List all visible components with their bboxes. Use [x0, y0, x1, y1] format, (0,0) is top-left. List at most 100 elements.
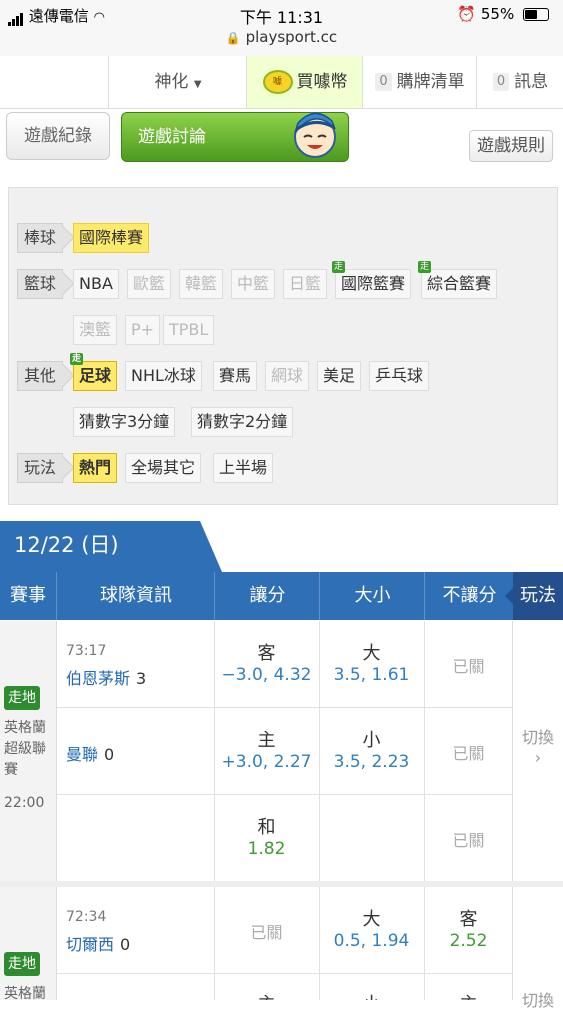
tab-game-discussion[interactable]: 遊戲討論: [121, 112, 349, 162]
chip-japan-basketball[interactable]: 日籃: [283, 269, 328, 299]
header-event: 賽事: [10, 585, 46, 606]
league-name: 英格蘭: [4, 986, 46, 1002]
total-cell-empty: [319, 795, 425, 881]
live-badge: 走: [70, 353, 84, 365]
filter-panel: 棒球 國際棒賽 籃球 NBA 歐籃 韓籃 中籃 日籃 走國際籃賽 走綜合籃賽 澳…: [8, 187, 558, 505]
handicap-side: 主: [257, 730, 276, 751]
moneyline-side: 客: [459, 909, 478, 930]
team-name[interactable]: 切爾西 0: [66, 931, 130, 955]
caret-down-icon: ▼: [193, 79, 202, 90]
handicap-cell[interactable]: 主: [214, 974, 320, 1000]
shenhua-dropdown[interactable]: 神化 ▼: [108, 56, 247, 108]
moneyline-cell: 已關: [424, 621, 513, 707]
team-score: 3: [136, 669, 147, 688]
handicap-odds: +3.0, 2.27: [221, 752, 312, 772]
total-cell[interactable]: 大 0.5, 1.94: [319, 887, 425, 973]
total-side: 大: [362, 643, 381, 664]
chip-tpbl[interactable]: TPBL: [163, 315, 215, 345]
chip-nba[interactable]: NBA: [73, 269, 119, 299]
table-row: 72:34 切爾西 0 已關 大 0.5, 1.94 客 2.52: [57, 887, 513, 974]
chip-table-tennis[interactable]: 乒乓球: [369, 361, 430, 391]
category-other: 其他: [17, 361, 64, 391]
total-cell[interactable]: 小: [319, 974, 425, 1000]
game-block: 走地 英格蘭 72:34 切爾西 0 已關 大 0.5, 1.94 客 2.52 …: [0, 887, 563, 1010]
closed-label: 已關: [452, 831, 485, 850]
team-name[interactable]: 伯恩茅斯 3: [66, 665, 146, 689]
mascot-icon: [294, 112, 336, 158]
chip-euro-basketball[interactable]: 歐籃: [127, 269, 172, 299]
handicap-cell[interactable]: 主 +3.0, 2.27: [214, 708, 320, 794]
alarm-icon: ⏰: [457, 5, 477, 23]
moneyline-cell: 已關: [424, 708, 513, 794]
chip-guess-number-3min[interactable]: 猜數字3分鐘: [73, 407, 176, 437]
status-bar: 遠傳電信 ◠ 下午 11:31 ⏰ 55% 🔒 playsport.cc: [0, 0, 563, 56]
battery-area: ⏰ 55%: [457, 5, 549, 23]
chip-international-basketball[interactable]: 走國際籃賽: [332, 261, 412, 299]
address-bar[interactable]: 🔒 playsport.cc: [0, 28, 563, 46]
chip-australia-basketball[interactable]: 澳籃: [73, 315, 118, 345]
date-bar: 12/22 (日): [0, 521, 563, 572]
game-rules-button[interactable]: 遊戲規則: [469, 130, 553, 162]
total-side: 大: [362, 909, 381, 930]
handicap-odds: −3.0, 4.32: [221, 665, 312, 685]
team-info-cell: [57, 974, 215, 1000]
messages-count: 0: [492, 73, 510, 91]
moneyline-cell[interactable]: 主: [424, 974, 513, 1000]
chip-china-basketball[interactable]: 中籃: [231, 269, 276, 299]
team-info-cell: 72:34 切爾西 0: [57, 887, 215, 973]
match-clock: 73:17: [66, 643, 107, 659]
chip-combined-basketball-label: 綜合籃賽: [427, 274, 492, 293]
chip-combined-basketball[interactable]: 走綜合籃賽: [418, 261, 498, 299]
chip-p-league[interactable]: P+: [125, 315, 161, 345]
handicap-cell[interactable]: 客 −3.0, 4.32: [214, 621, 320, 707]
purchase-list-button[interactable]: 0 購牌清單: [362, 56, 477, 108]
closed-label: 已關: [250, 923, 283, 942]
kickoff-time: 22:00: [4, 795, 45, 811]
draw-cell[interactable]: 和 1.82: [214, 795, 320, 881]
chip-nhl-hockey[interactable]: NHL冰球: [125, 361, 202, 391]
moneyline-cell[interactable]: 客 2.52: [424, 887, 513, 973]
top-nav: 神化 ▼ 噱買噱幣 0 購牌清單 0 訊息: [0, 56, 563, 109]
table-row: 73:17 伯恩茅斯 3 客 −3.0, 4.32 大 3.5, 1.61 已關: [57, 621, 513, 708]
chip-tennis[interactable]: 網球: [265, 361, 310, 391]
tab-game-discussion-label: 遊戲討論: [138, 127, 206, 147]
date-label: 12/22 (日): [0, 521, 222, 572]
total-cell[interactable]: 大 3.5, 1.61: [319, 621, 425, 707]
match-clock: 72:34: [66, 909, 107, 925]
table-row: 和 1.82 已關: [57, 795, 513, 881]
table-header: 賽事 球隊資訊 讓分 大小 不讓分 玩法: [0, 572, 563, 620]
chip-american-football[interactable]: 美足: [317, 361, 362, 391]
team-info-cell: 73:17 伯恩茅斯 3: [57, 621, 215, 707]
chip-hot[interactable]: 熱門: [73, 453, 118, 483]
team-name[interactable]: 曼聯 0: [66, 741, 114, 765]
header-total: 大小: [319, 572, 425, 620]
draw-side: 和: [257, 817, 276, 838]
chip-full-game-other[interactable]: 全場其它: [125, 453, 202, 483]
chip-horse-racing[interactable]: 賽馬: [213, 361, 258, 391]
coin-icon: 噱: [262, 70, 293, 94]
chevron-right-icon: ›: [534, 748, 542, 767]
handicap-side: 主: [214, 990, 319, 1000]
team-score: 0: [104, 745, 115, 764]
messages-button[interactable]: 0 訊息: [476, 56, 563, 108]
game-event-col: 走地 英格蘭超級聯賽 22:00: [0, 621, 57, 881]
chip-soccer[interactable]: 走足球: [70, 353, 118, 391]
header-moneyline: 不讓分: [424, 572, 514, 620]
switch-button[interactable]: 切換: [512, 887, 563, 1010]
battery-icon: [523, 8, 549, 21]
chip-first-half[interactable]: 上半場: [213, 453, 274, 483]
switch-label: 切換: [521, 728, 554, 747]
header-play-button[interactable]: 玩法: [505, 572, 563, 620]
chip-international-baseball[interactable]: 國際棒賽: [73, 223, 150, 253]
purchase-list-label: 購牌清單: [396, 72, 465, 92]
total-cell[interactable]: 小 3.5, 2.23: [319, 708, 425, 794]
buy-coin-button[interactable]: 噱買噱幣: [246, 56, 363, 108]
messages-label: 訊息: [514, 72, 549, 92]
team-info-cell: [57, 795, 215, 881]
category-baseball: 棒球: [17, 223, 64, 253]
chip-guess-number-2min[interactable]: 猜數字2分鐘: [191, 407, 294, 437]
team-name-label: 伯恩茅斯: [66, 669, 131, 688]
chip-korea-basketball[interactable]: 韓籃: [179, 269, 224, 299]
tab-game-record[interactable]: 遊戲紀錄: [6, 112, 110, 160]
switch-button[interactable]: 切換 ›: [512, 621, 563, 881]
